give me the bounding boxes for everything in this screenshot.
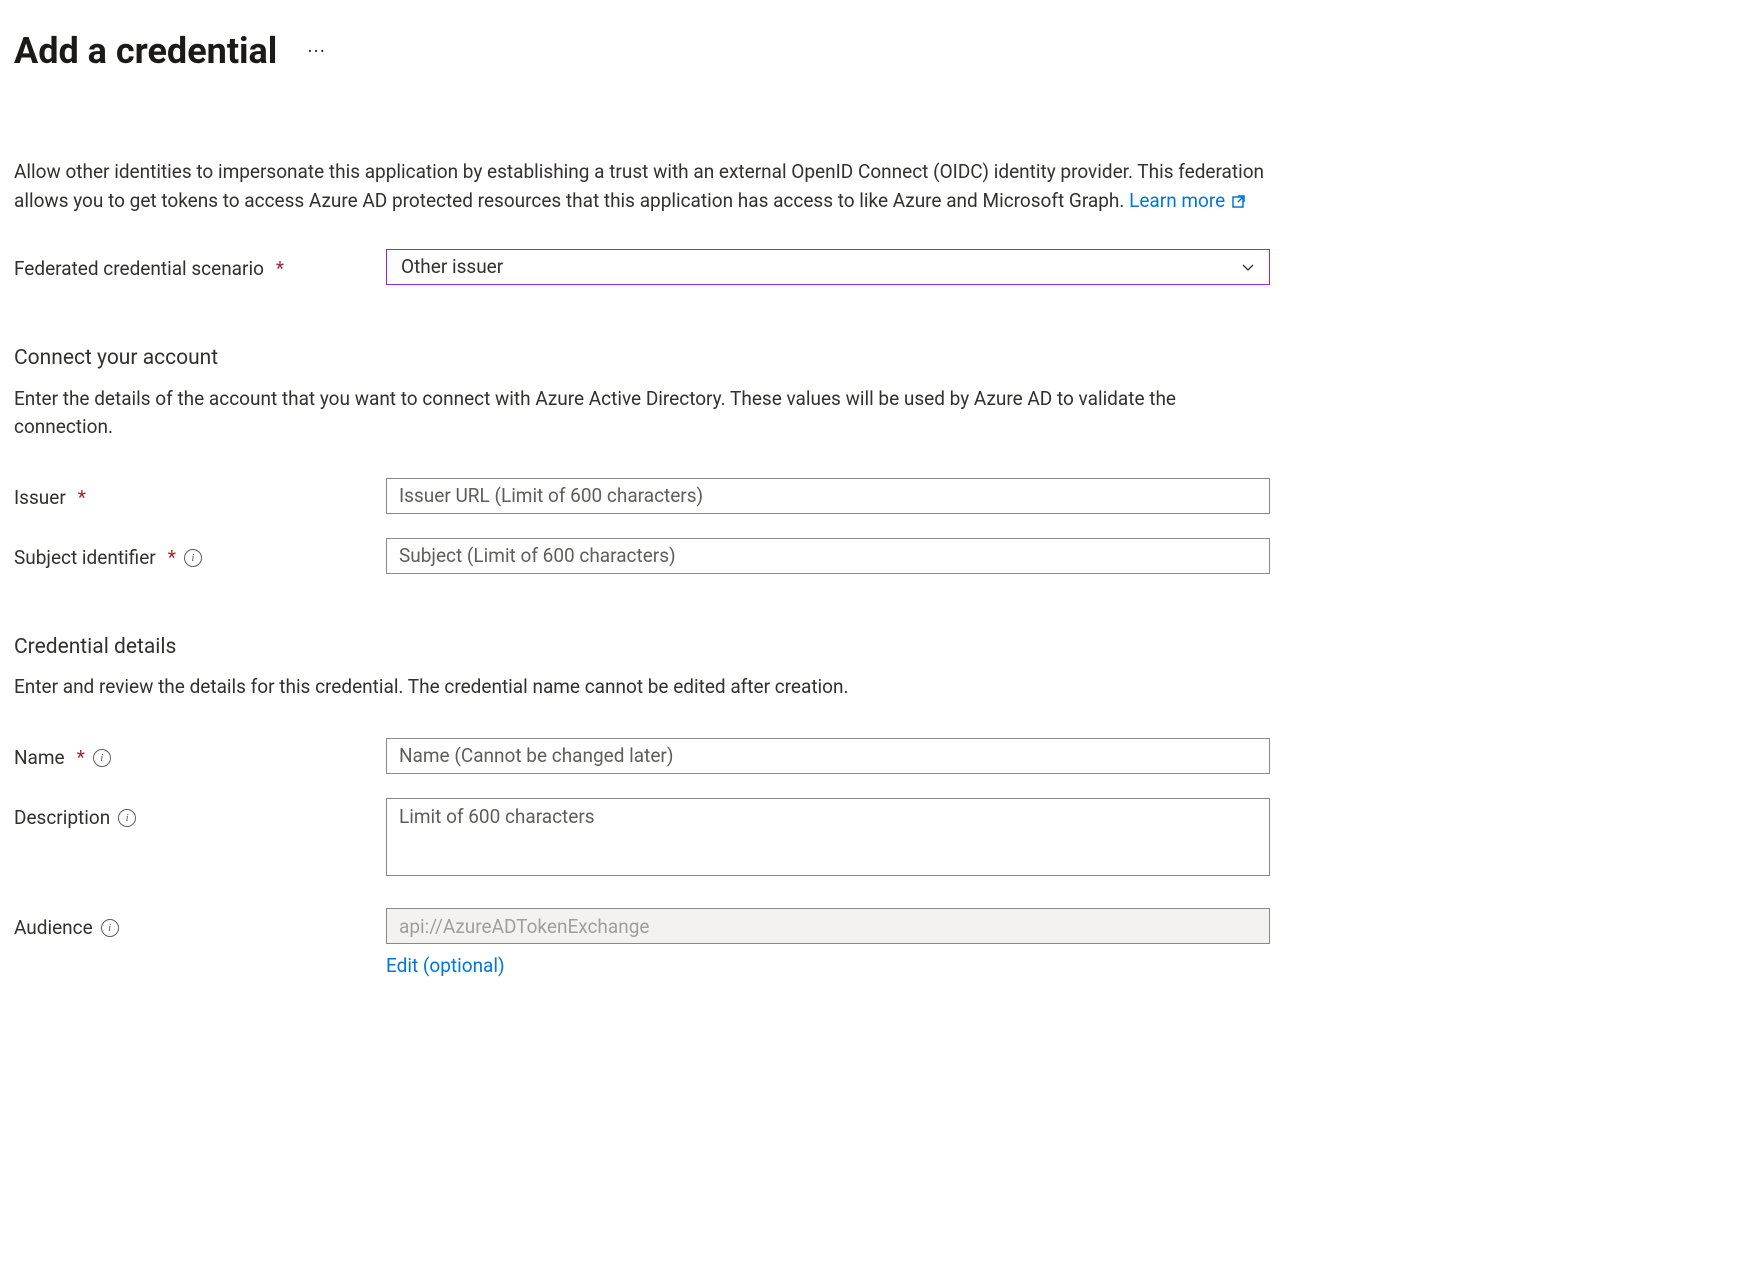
name-input[interactable] (386, 738, 1270, 774)
subject-label: Subject identifier (14, 544, 156, 573)
learn-more-label: Learn more (1129, 187, 1225, 216)
external-link-icon (1231, 193, 1247, 209)
scenario-label: Federated credential scenario (14, 255, 264, 284)
subject-input[interactable] (386, 538, 1270, 574)
info-icon[interactable]: i (93, 749, 111, 767)
scenario-select[interactable]: Other issuer (386, 249, 1270, 285)
connect-desc: Enter the details of the account that yo… (14, 385, 1274, 442)
intro-text: Allow other identities to impersonate th… (14, 158, 1274, 215)
required-asterisk: * (276, 255, 284, 284)
learn-more-link[interactable]: Learn more (1129, 187, 1247, 216)
details-title: Credential details (14, 632, 1728, 664)
required-asterisk: * (77, 744, 85, 773)
required-asterisk: * (78, 484, 86, 513)
name-label: Name (14, 744, 65, 773)
info-icon[interactable]: i (101, 919, 119, 937)
required-asterisk: * (168, 544, 176, 573)
audience-label: Audience (14, 914, 93, 943)
issuer-input[interactable] (386, 478, 1270, 514)
info-icon[interactable]: i (118, 809, 136, 827)
chevron-down-icon (1241, 260, 1255, 274)
page-title: Add a credential (14, 24, 277, 78)
details-desc: Enter and review the details for this cr… (14, 673, 1274, 702)
scenario-value: Other issuer (401, 253, 503, 282)
more-icon[interactable]: ··· (307, 36, 326, 66)
description-label: Description (14, 804, 110, 833)
connect-title: Connect your account (14, 343, 1728, 375)
intro-body: Allow other identities to impersonate th… (14, 160, 1264, 212)
issuer-label: Issuer (14, 484, 66, 513)
audience-input (386, 908, 1270, 944)
details-section: Credential details Enter and review the … (14, 632, 1728, 981)
edit-audience-link[interactable]: Edit (optional) (386, 952, 505, 981)
description-input[interactable] (386, 798, 1270, 876)
info-icon[interactable]: i (184, 549, 202, 567)
connect-section: Connect your account Enter the details o… (14, 343, 1728, 574)
